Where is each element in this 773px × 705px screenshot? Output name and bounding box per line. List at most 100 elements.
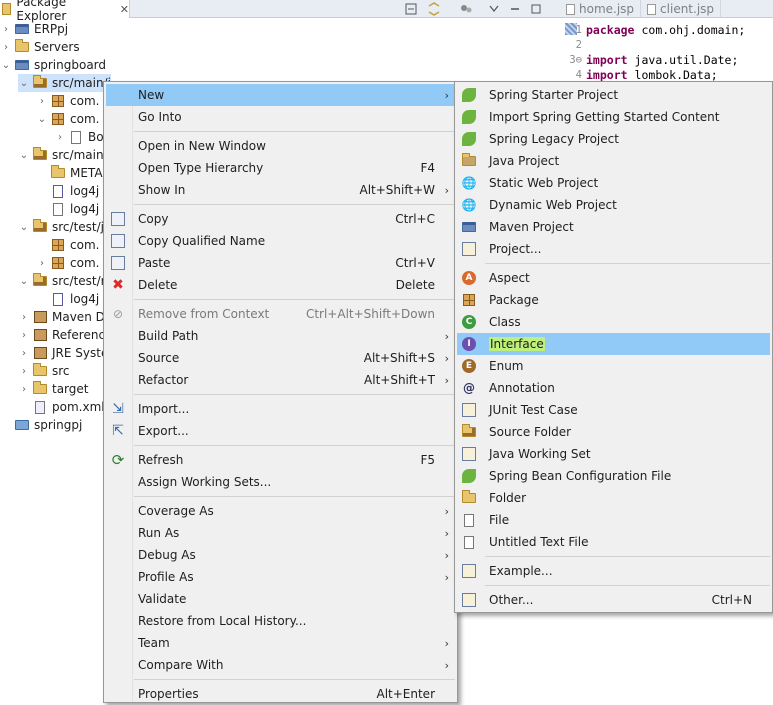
new-menu-item-project[interactable]: Project... (457, 238, 770, 260)
tree-item[interactable]: ⌄ com. (36, 110, 100, 128)
tree-item[interactable]: › JRE Syste (18, 344, 108, 362)
context-menu-item-debug-as[interactable]: Debug As › (106, 544, 455, 566)
expand-toggle-icon[interactable]: › (0, 24, 12, 35)
context-menu-item-refactor[interactable]: Refactor Alt+Shift+T › (106, 369, 455, 391)
new-menu-item-enum[interactable]: E Enum (457, 355, 770, 377)
context-menu-item-properties[interactable]: Properties Alt+Enter (106, 683, 455, 705)
filter-icon[interactable] (458, 1, 474, 17)
tree-item[interactable]: ⌄ src/test/j (18, 218, 104, 236)
expand-toggle-icon[interactable]: › (18, 384, 30, 395)
new-menu-item-spring-starter-project[interactable]: Spring Starter Project (457, 84, 770, 106)
tree-item[interactable]: META (36, 164, 103, 182)
context-menu-item-refresh[interactable]: ⟳ Refresh F5 (106, 449, 455, 471)
expand-toggle-icon[interactable]: › (36, 96, 48, 107)
tree-item[interactable]: › src (18, 362, 70, 380)
new-menu-item-other[interactable]: Other... Ctrl+N (457, 589, 770, 611)
tree-item[interactable]: pom.xml (18, 398, 105, 416)
context-menu-item-show-in[interactable]: Show In Alt+Shift+W › (106, 179, 455, 201)
context-menu-item-copy[interactable]: Copy Ctrl+C (106, 208, 455, 230)
tree-item[interactable]: log4j (36, 200, 99, 218)
context-menu-item-import[interactable]: ⇲ Import... (106, 398, 455, 420)
close-icon[interactable]: ✕ (120, 3, 129, 16)
context-menu-item-paste[interactable]: Paste Ctrl+V (106, 252, 455, 274)
tree-item[interactable]: ⌄ springboard (0, 56, 106, 74)
code-line: 3⊖ import java.util.Date; (560, 52, 738, 67)
minimize-icon[interactable] (507, 1, 523, 17)
tree-item[interactable]: › ERPpj (0, 20, 68, 38)
tree-item[interactable]: com. (36, 236, 99, 254)
new-menu-item-untitled-text-file[interactable]: Untitled Text File (457, 531, 770, 553)
new-menu-item-java-working-set[interactable]: Java Working Set (457, 443, 770, 465)
tree-item[interactable]: › Bo (54, 128, 104, 146)
new-menu-item-example[interactable]: Example... (457, 560, 770, 582)
new-menu-item-aspect[interactable]: A Aspect (457, 267, 770, 289)
tree-item[interactable]: log4j (36, 182, 99, 200)
context-menu-item-export[interactable]: ⇱ Export... (106, 420, 455, 442)
new-menu-item-java-project[interactable]: Java Project (457, 150, 770, 172)
new-menu-item-maven-project[interactable]: Maven Project (457, 216, 770, 238)
tree-item[interactable]: › com. (36, 254, 99, 272)
context-menu-item-go-into[interactable]: Go Into (106, 106, 455, 128)
tree-item[interactable]: springpj (0, 416, 82, 434)
expand-toggle-icon[interactable]: ⌄ (0, 60, 12, 71)
new-menu-item-spring-legacy-project[interactable]: Spring Legacy Project (457, 128, 770, 150)
source-folder-icon (33, 75, 47, 88)
expand-toggle-icon[interactable]: › (36, 258, 48, 269)
tree-item[interactable]: › Maven D (18, 308, 105, 326)
new-menu-item-dynamic-web-project[interactable]: 🌐 Dynamic Web Project (457, 194, 770, 216)
context-menu-item-delete[interactable]: ✖ Delete Delete (106, 274, 455, 296)
tree-item[interactable]: log4j (36, 290, 99, 308)
view-menu-icon[interactable] (486, 1, 502, 17)
new-menu-item-annotation[interactable]: @ Annotation (457, 377, 770, 399)
link-editor-icon[interactable] (426, 1, 442, 17)
new-menu-item-spring-bean-configuration-file[interactable]: Spring Bean Configuration File (457, 465, 770, 487)
tree-item[interactable]: › com. (36, 92, 99, 110)
collapse-all-icon[interactable] (403, 1, 419, 17)
expand-toggle-icon[interactable]: › (18, 348, 30, 359)
expand-toggle-icon[interactable]: ⌄ (36, 114, 48, 125)
context-menu-item-validate[interactable]: Validate (106, 588, 455, 610)
maximize-icon[interactable] (528, 1, 544, 17)
context-menu-item-new[interactable]: New › (106, 84, 455, 106)
context-menu-item-open-type-hierarchy[interactable]: Open Type Hierarchy F4 (106, 157, 455, 179)
context-menu-item-source[interactable]: Source Alt+Shift+S › (106, 347, 455, 369)
expand-toggle-icon[interactable]: › (54, 132, 66, 143)
expand-toggle-icon[interactable]: › (0, 42, 12, 53)
expand-toggle-icon[interactable]: › (18, 366, 30, 377)
tree-item[interactable]: ⌄ src/main/j (18, 74, 111, 92)
new-menu-item-static-web-project[interactable]: 🌐 Static Web Project (457, 172, 770, 194)
package-explorer-tab[interactable]: Package Explorer ✕ (0, 0, 130, 23)
expand-toggle-icon[interactable]: › (18, 330, 30, 341)
context-menu-item-run-as[interactable]: Run As › (106, 522, 455, 544)
expand-toggle-icon[interactable]: ⌄ (18, 78, 30, 89)
context-menu-item-remove-from-context[interactable]: ⊘ Remove from Context Ctrl+Alt+Shift+Down (106, 303, 455, 325)
context-menu-item-open-in-new-window[interactable]: Open in New Window (106, 135, 455, 157)
context-menu-item-restore-from-local-history[interactable]: Restore from Local History... (106, 610, 455, 632)
expand-toggle-icon[interactable]: ⌄ (18, 222, 30, 233)
tree-item[interactable]: ⌄ src/test/r (18, 272, 106, 290)
new-menu-item-interface[interactable]: I Interface (457, 333, 770, 355)
editor-tab-home[interactable]: home.jsp (560, 0, 642, 18)
expand-toggle-icon[interactable]: › (18, 312, 30, 323)
context-menu-item-profile-as[interactable]: Profile As › (106, 566, 455, 588)
tree-item[interactable]: › Servers (0, 38, 80, 56)
new-menu-item-class[interactable]: C Class (457, 311, 770, 333)
context-menu-item-copy-qualified-name[interactable]: Copy Qualified Name (106, 230, 455, 252)
tree-item[interactable]: › Referenc (18, 326, 105, 344)
new-menu-item-import-spring-getting-started-content[interactable]: Import Spring Getting Started Content (457, 106, 770, 128)
tree-item[interactable]: › target (18, 380, 89, 398)
new-menu-item-file[interactable]: File (457, 509, 770, 531)
expand-toggle-icon[interactable]: ⌄ (18, 276, 30, 287)
new-menu-item-source-folder[interactable]: Source Folder (457, 421, 770, 443)
context-menu-item-compare-with[interactable]: Compare With › (106, 654, 455, 676)
editor-tab-client[interactable]: client.jsp (641, 0, 722, 18)
new-menu-item-folder[interactable]: Folder (457, 487, 770, 509)
context-menu-item-assign-working-sets[interactable]: Assign Working Sets... (106, 471, 455, 493)
new-menu-item-package[interactable]: Package (457, 289, 770, 311)
new-menu-item-junit-test-case[interactable]: JUnit Test Case (457, 399, 770, 421)
tree-item[interactable]: ⌄ src/main/ (18, 146, 108, 164)
context-menu-item-team[interactable]: Team › (106, 632, 455, 654)
context-menu-item-build-path[interactable]: Build Path › (106, 325, 455, 347)
expand-toggle-icon[interactable]: ⌄ (18, 150, 30, 161)
context-menu-item-coverage-as[interactable]: Coverage As › (106, 500, 455, 522)
